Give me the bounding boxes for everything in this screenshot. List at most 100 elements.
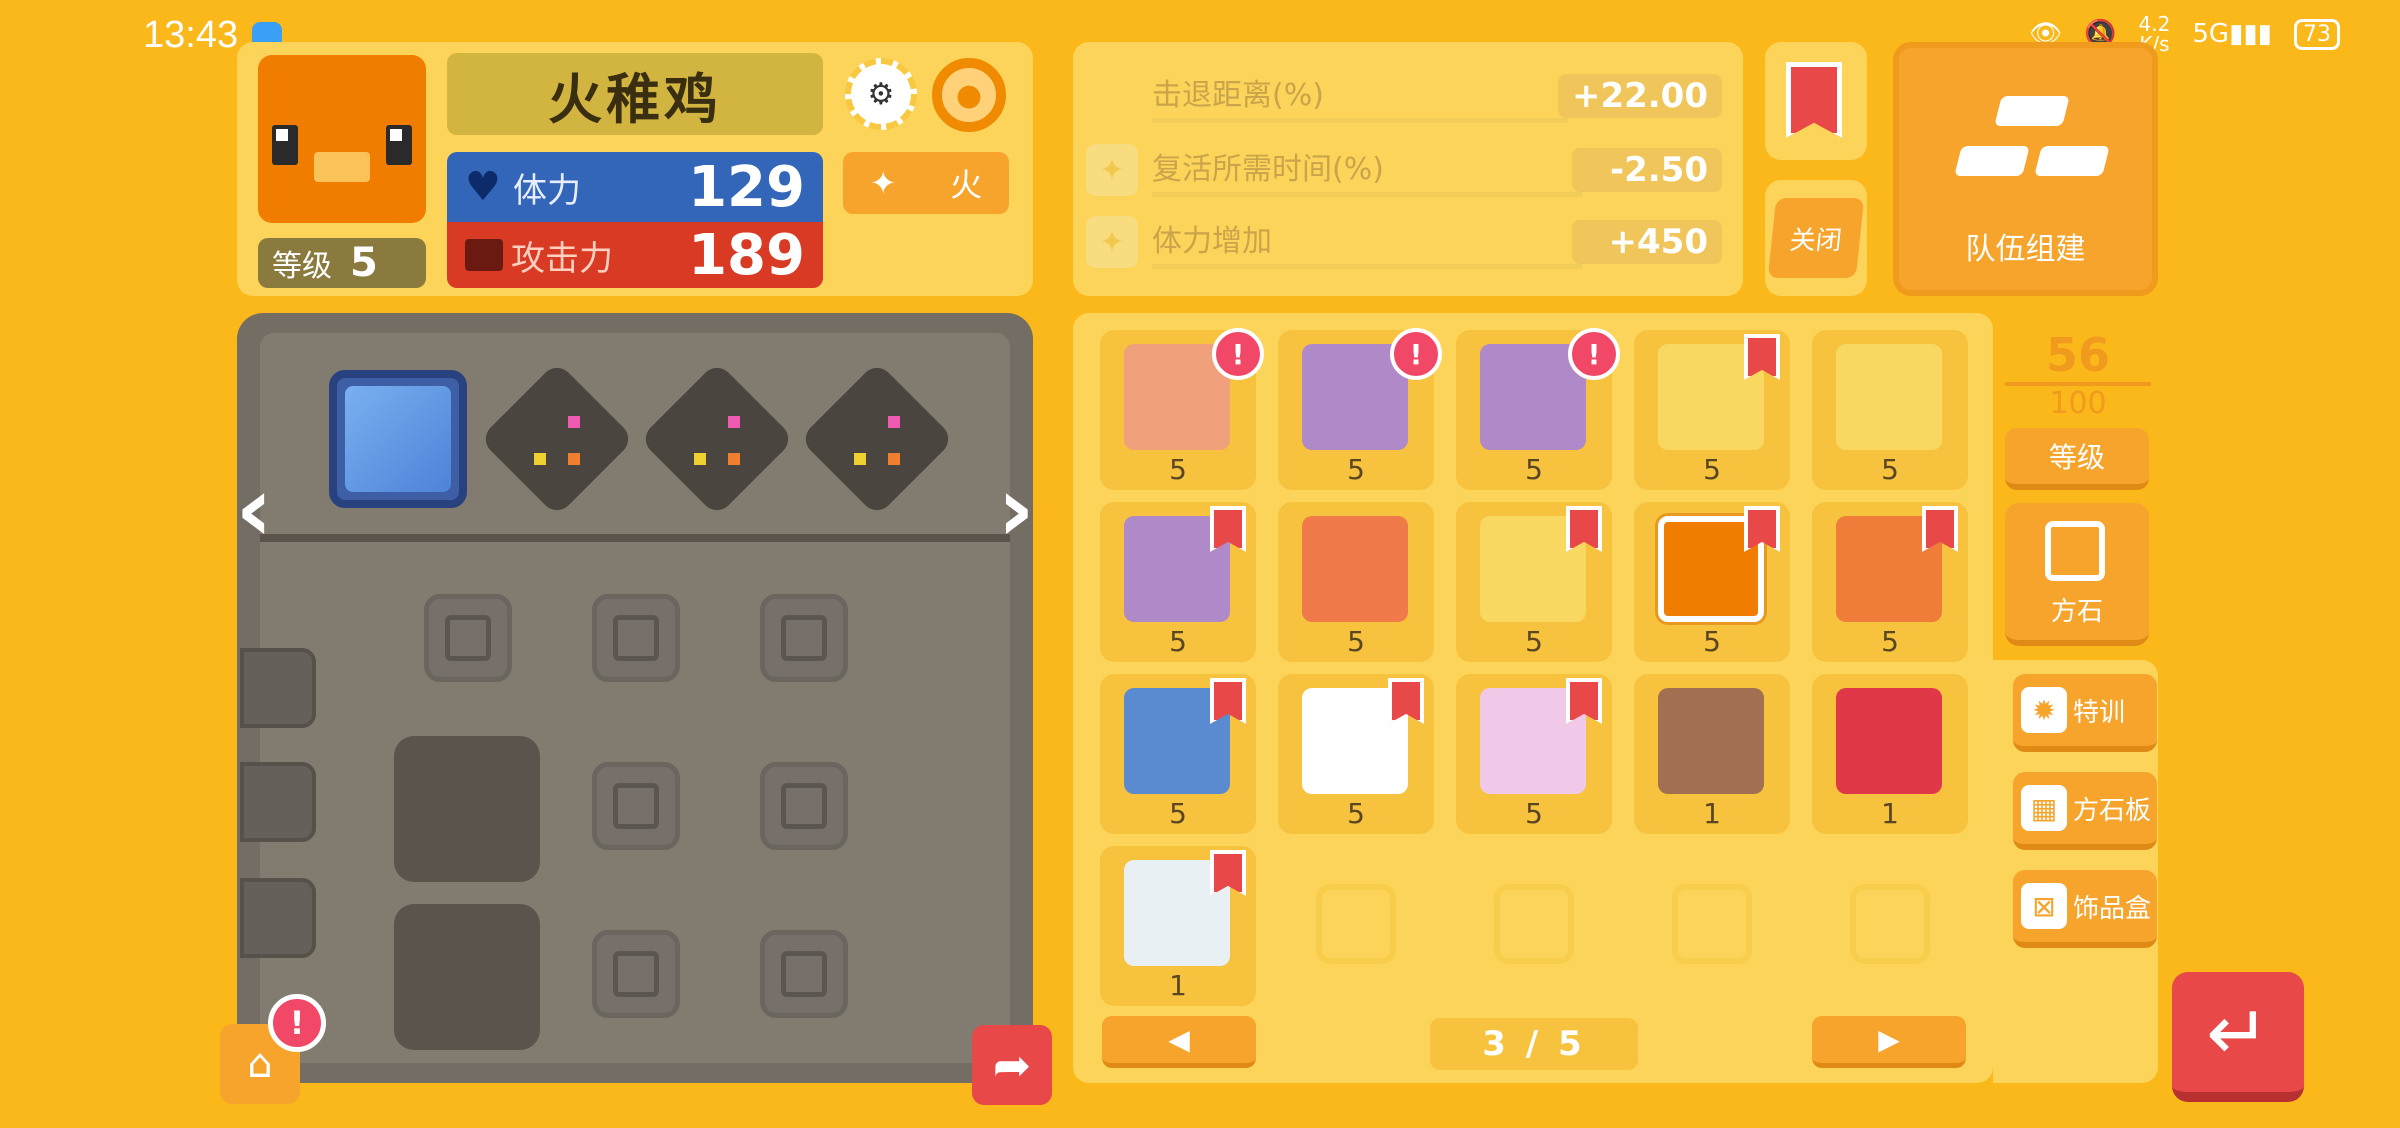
stone-button[interactable]: 方石 [2005, 503, 2149, 646]
next-pokemon-arrow[interactable]: › [988, 462, 1044, 558]
stone-icon [2045, 521, 2105, 581]
gem-dot [728, 416, 740, 428]
hp-stat: ♥ 体力 129 [447, 152, 823, 222]
pokemon-level: 5 [1703, 453, 1721, 486]
pokemon-box-cell[interactable]: 5 [1456, 502, 1612, 662]
pokemon-box-cell[interactable]: 5! [1456, 328, 1620, 490]
pokemon-box-cell[interactable]: 1 [1812, 674, 1968, 834]
board-tab-3[interactable] [240, 878, 316, 958]
alert-icon: ! [1568, 328, 1620, 380]
pokemon-box-cell[interactable]: 5 [1456, 674, 1612, 834]
pokemon-box-cell[interactable]: 5! [1100, 328, 1264, 490]
pokemon-box-cell[interactable]: 1 [1100, 846, 1256, 1006]
pokemon-box-cell[interactable]: 5 [1278, 674, 1434, 834]
board-tab-1[interactable] [240, 648, 316, 728]
stone-slot[interactable] [592, 594, 680, 682]
gem-dot [694, 453, 706, 465]
pokemon-box-cell[interactable]: 5 [1812, 502, 1968, 662]
gear-badge-icon[interactable]: ⚙ [845, 58, 917, 130]
pokemon-level: 5 [1525, 625, 1543, 658]
bonus-row-knockback: 击退距离(%) +22.00 [1086, 68, 1722, 124]
gem-dot [534, 453, 546, 465]
big-stone-slot-attack[interactable] [394, 904, 540, 1050]
fire-stone-icon: ✦ [1086, 144, 1138, 196]
sort-level-button[interactable]: 等级 [2005, 428, 2149, 490]
pokemon-box-cell[interactable]: 5 [1812, 330, 1968, 490]
fire-type-icon: ✦ [869, 164, 897, 202]
gear-icon: ✹ [2021, 687, 2067, 733]
gem-dot [568, 416, 580, 428]
pokemon-portrait [1836, 344, 1942, 450]
pokemon-box-cell[interactable]: 5 [1278, 502, 1434, 662]
next-page-button[interactable]: ▶ [1812, 1016, 1966, 1068]
pokemon-portrait [1658, 688, 1764, 794]
decoration-box-button[interactable]: ⊠ 饰品盒 [2013, 870, 2157, 948]
gem-dot [888, 453, 900, 465]
stone-board-button[interactable]: ▦ 方石板 [2013, 772, 2157, 850]
pokemon-level: 1 [1169, 969, 1187, 1002]
decoration-box-label: 饰品盒 [2073, 893, 2152, 924]
alert-icon: ! [1390, 328, 1442, 380]
stone-slot[interactable] [760, 930, 848, 1018]
pokemon-box-cell[interactable]: 1 [1634, 674, 1790, 834]
stone-slot[interactable] [592, 930, 680, 1018]
skill-tile[interactable] [329, 370, 467, 508]
gift-icon: ⊠ [2021, 883, 2067, 929]
signal-icon: 5G▮▮▮ [2192, 19, 2272, 49]
prev-pokemon-arrow[interactable]: ‹ [226, 462, 282, 558]
box-count: 56 100 [2005, 328, 2151, 421]
pokemon-box-cell[interactable]: 5 [1100, 674, 1256, 834]
search-icon[interactable]: ● [932, 58, 1006, 132]
prev-page-button[interactable]: ◀ [1102, 1016, 1256, 1068]
status-time: 13:43 [143, 14, 239, 56]
pokemon-level: 5 [1347, 625, 1365, 658]
back-button[interactable]: ↵ [2172, 972, 2304, 1102]
pokemon-level: 5 [1525, 453, 1543, 486]
pokemon-level: 5 [1703, 625, 1721, 658]
bonus-label: 复活所需时间(%) [1152, 144, 1582, 197]
type-label: 火 [950, 166, 983, 204]
pokemon-box-cell[interactable]: 5! [1278, 328, 1442, 490]
stone-slot[interactable] [424, 594, 512, 682]
pokemon-level: 1 [1703, 797, 1721, 830]
fire-stone-icon: ✦ [1086, 216, 1138, 268]
stone-board-label: 方石板 [2073, 795, 2152, 826]
stone-slot[interactable] [760, 762, 848, 850]
empty-box-slot [1494, 884, 1574, 964]
battery-icon: 73 [2294, 18, 2340, 50]
close-button[interactable]: 关闭 [1767, 198, 1865, 278]
pokemon-box-cell[interactable]: 5 [1634, 502, 1790, 662]
pokemon-box-cell[interactable]: 5 [1634, 330, 1790, 490]
pokemon-level: 5 [1169, 625, 1187, 658]
pokemon-level: 5 [1881, 453, 1899, 486]
page-indicator: 3 / 5 [1430, 1018, 1638, 1070]
attack-stat: 攻击力 189 [447, 222, 823, 288]
return-arrow-icon: ↵ [2206, 987, 2270, 1077]
gem-dot [568, 453, 580, 465]
team-build-button[interactable]: 队伍组建 [1893, 42, 2158, 296]
team-build-label: 队伍组建 [1965, 232, 2086, 267]
type-chip: ✦ 火 [843, 152, 1009, 214]
pokemon-level: 5 [1347, 797, 1365, 830]
alert-icon: ! [1212, 328, 1264, 380]
pokemon-level: 1 [1881, 797, 1899, 830]
bonus-label: 击退距离(%) [1152, 70, 1568, 123]
stone-slot[interactable] [592, 762, 680, 850]
empty-box-slot [1850, 884, 1930, 964]
attack-value: 189 [688, 222, 805, 288]
empty-box-slot [1672, 884, 1752, 964]
level-value: 5 [350, 240, 378, 286]
gem-dot [888, 416, 900, 428]
training-button[interactable]: ✹ 特训 [2013, 674, 2157, 752]
bonus-row-revive: ✦ 复活所需时间(%) -2.50 [1086, 142, 1722, 198]
share-button[interactable]: ➦ [972, 1025, 1052, 1105]
level-label: 等级 [272, 249, 332, 284]
gem-dot [854, 453, 866, 465]
board-tab-2[interactable] [240, 762, 316, 842]
board-divider [260, 534, 1010, 542]
pokemon-box-cell[interactable]: 5 [1100, 502, 1256, 662]
big-stone-slot-hp[interactable] [394, 736, 540, 882]
pokemon-level: 5 [1525, 797, 1543, 830]
stone-slot[interactable] [760, 594, 848, 682]
bonus-value: +22.00 [1557, 74, 1722, 118]
